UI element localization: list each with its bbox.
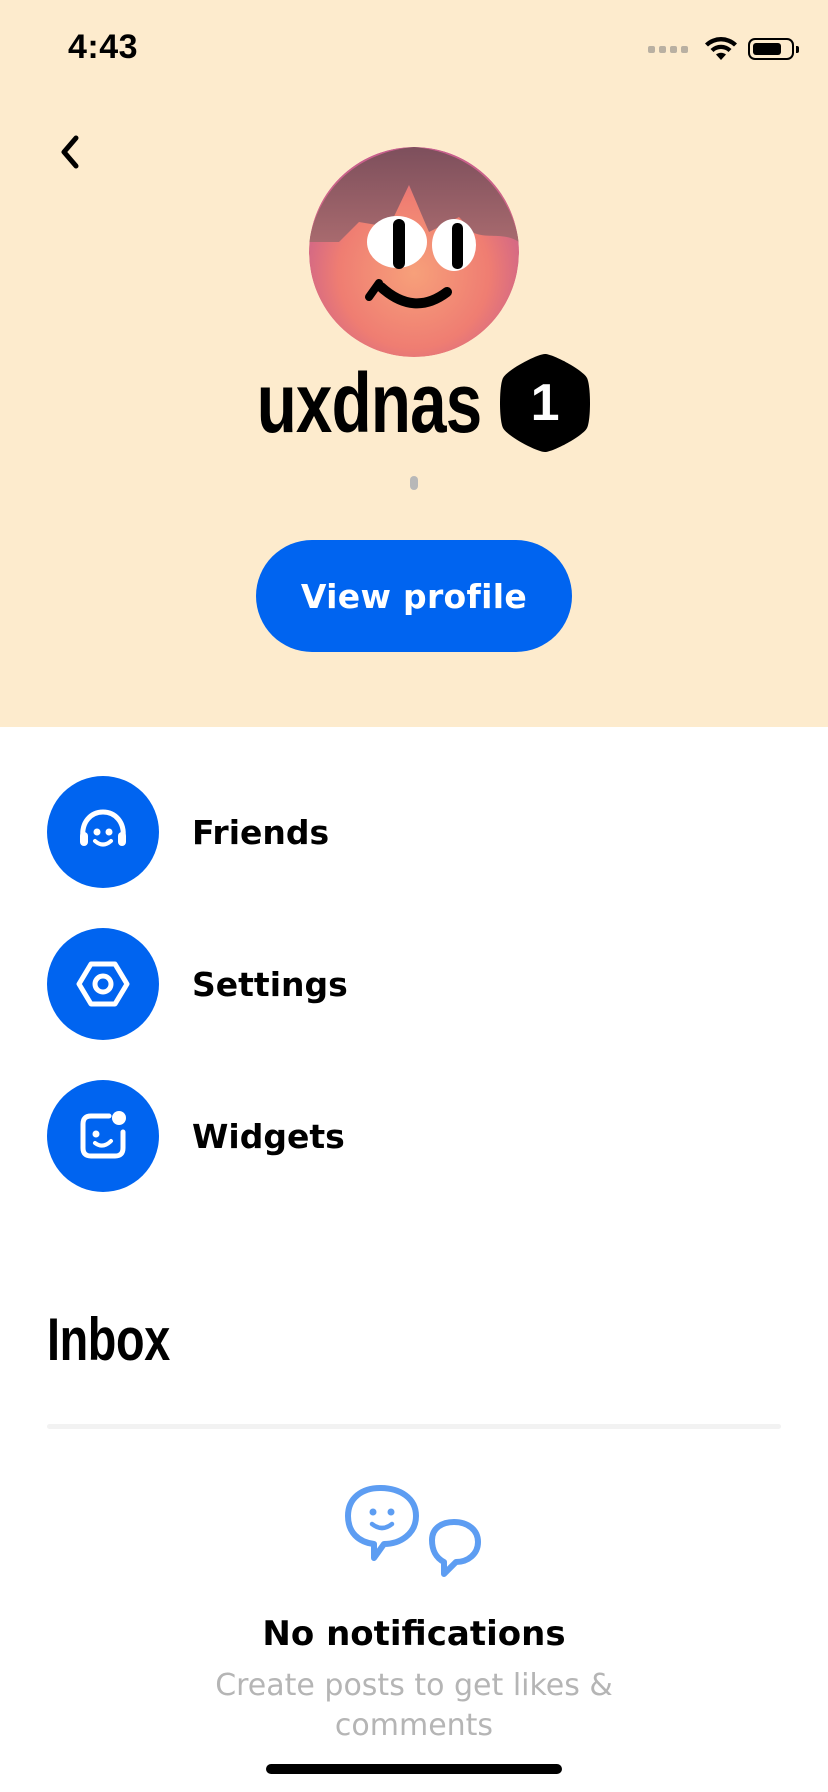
level-number: 1 — [530, 374, 560, 432]
back-button[interactable] — [52, 130, 92, 174]
status-icons — [648, 34, 799, 64]
status-time: 4:43 — [68, 28, 139, 66]
inbox-divider — [47, 1424, 781, 1429]
menu-item-settings[interactable]: Settings — [47, 928, 787, 1040]
widgets-icon — [47, 1080, 159, 1192]
level-badge[interactable]: 1 — [497, 352, 593, 454]
battery-icon — [748, 38, 799, 60]
page-indicator — [410, 476, 418, 490]
menu-label-widgets: Widgets — [192, 1116, 345, 1156]
view-profile-button[interactable]: View profile — [256, 540, 572, 652]
profile-header: 4:43 uxdnas 1 View profile — [0, 0, 828, 727]
empty-state-title: No notifications — [262, 1614, 566, 1654]
chevron-left-icon — [61, 135, 79, 169]
home-indicator[interactable] — [266, 1764, 562, 1774]
chat-bubbles-icon — [338, 1484, 498, 1584]
friends-icon — [47, 776, 159, 888]
menu-label-settings: Settings — [192, 964, 348, 1004]
menu-item-friends[interactable]: Friends — [47, 776, 787, 888]
username-row: uxdnas 1 — [0, 352, 828, 454]
settings-icon — [47, 928, 159, 1040]
inbox-title: Inbox — [47, 1306, 170, 1373]
menu-label-friends: Friends — [192, 812, 330, 852]
username: uxdnas — [256, 356, 482, 450]
wifi-icon — [705, 37, 737, 60]
menu-item-widgets[interactable]: Widgets — [47, 1080, 787, 1192]
empty-state-subtitle: Create posts to get likes & comments — [215, 1668, 613, 1743]
cellular-signal-icon — [648, 45, 688, 53]
avatar[interactable] — [309, 147, 519, 357]
